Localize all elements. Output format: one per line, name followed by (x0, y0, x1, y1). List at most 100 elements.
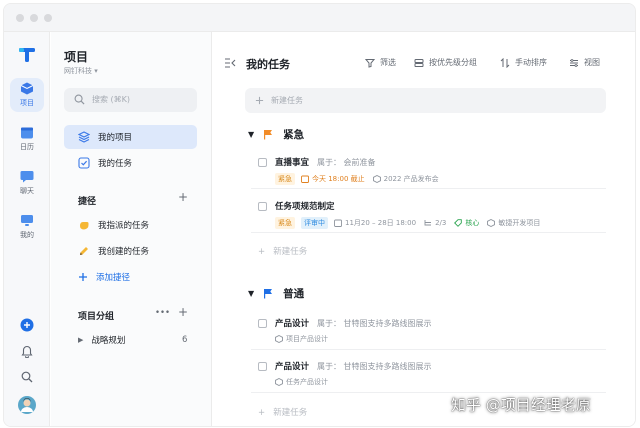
row-divider (251, 188, 606, 189)
label-tag: 核心 (465, 219, 480, 227)
collapse-sidebar-icon[interactable] (224, 58, 236, 68)
group-by-priority-button[interactable]: 按优先级分组 (414, 57, 477, 68)
task-parent[interactable]: 属于： 甘特图支持多路线图展示 (317, 361, 432, 372)
project-cube-icon (275, 378, 283, 386)
sidebar-item-my-tasks[interactable]: 我的任务 (64, 151, 197, 175)
group-header-normal[interactable]: ▼ 普通 (248, 286, 304, 301)
rail-item-chat[interactable]: 聊天 (10, 166, 44, 200)
sidebar-search-input[interactable]: 搜索 (⌘K) (64, 88, 197, 112)
new-task-placeholder: 新建任务 (271, 96, 303, 105)
user-avatar[interactable] (16, 394, 38, 416)
cube-icon (20, 82, 34, 95)
task-project: 2022 产品发布会 (383, 175, 439, 183)
calendar-icon (301, 175, 309, 183)
app-logo-icon (19, 48, 35, 62)
sort-icon (500, 57, 510, 68)
add-group-plus-icon[interactable]: + (178, 305, 188, 319)
shortcut-label: 我指派的任务 (98, 221, 150, 231)
search-placeholder: 搜索 (⌘K) (92, 95, 131, 104)
add-task-normal[interactable]: + 新建任务 (258, 406, 307, 418)
group-count: 6 (182, 335, 188, 345)
task-checkbox[interactable] (258, 319, 267, 328)
plus-icon (255, 96, 264, 105)
group-more-icon[interactable]: ••• (155, 308, 170, 318)
monitor-icon (21, 215, 33, 226)
project-sidebar: 项目 网钉科技 ▾ 搜索 (⌘K) 我的项目 我的任务 捷径 + 我指派的任务 … (51, 32, 212, 426)
sort-label: 手动排序 (515, 58, 547, 67)
row-divider (251, 232, 606, 233)
task-project: 项目产品设计 (286, 335, 328, 343)
project-cube-icon (372, 175, 381, 183)
layers-icon (78, 131, 90, 143)
date-range: 11月20 – 28日 18:00 (345, 219, 417, 227)
collapse-triangle-icon[interactable]: ▼ (248, 289, 254, 298)
project-cube-icon (275, 335, 283, 343)
rail-label-calendar: 日历 (20, 143, 34, 151)
global-search-button[interactable] (16, 366, 38, 388)
shortcut-item-created[interactable]: 我创建的任务 (64, 239, 197, 263)
shortcuts-section-title: 捷径 (78, 197, 97, 207)
bell-icon (21, 345, 33, 358)
sidebar-item-my-projects[interactable]: 我的项目 (64, 125, 197, 149)
search-icon (74, 94, 85, 105)
hand-icon (80, 222, 89, 230)
add-task-label: 新建任务 (273, 408, 308, 418)
filter-label: 筛选 (380, 58, 396, 67)
task-title: 产品设计 (275, 319, 310, 329)
subtask-icon (424, 220, 432, 226)
window-minimize-dot[interactable] (30, 14, 38, 22)
task-project: 敏捷开发项目 (498, 219, 541, 227)
view-button[interactable]: 视图 (569, 57, 600, 68)
group-icon (414, 58, 424, 67)
filter-button[interactable]: 筛选 (365, 57, 396, 68)
search-icon (21, 371, 33, 383)
notifications-button[interactable] (16, 340, 38, 362)
task-meta: 紧急 评审中 11月20 – 28日 18:00 2/3 核心 敏捷开发项目 (275, 217, 548, 229)
rail-item-calendar[interactable]: 日历 (10, 122, 44, 156)
task-checkbox[interactable] (258, 158, 267, 167)
page-title: 我的任务 (246, 58, 290, 71)
rail-item-projects[interactable]: 项目 (10, 78, 44, 112)
add-shortcut-label: 添加捷径 (96, 273, 131, 283)
add-shortcut-button[interactable]: 添加捷径 (64, 265, 197, 289)
collapse-triangle-icon[interactable]: ▼ (248, 130, 254, 139)
workspace-selector[interactable]: 网钉科技 ▾ (64, 66, 98, 76)
create-button[interactable] (16, 314, 38, 336)
sidebar-title: 项目 (64, 50, 89, 64)
new-task-input[interactable]: 新建任务 (245, 88, 606, 113)
shortcut-label: 我创建的任务 (98, 247, 150, 257)
task-title: 直播事宜 (275, 158, 310, 168)
window-maximize-dot[interactable] (44, 14, 52, 22)
task-parent[interactable]: 属于： 甘特图支持多路线图展示 (317, 318, 432, 329)
expand-chevron-icon[interactable]: ▶ (78, 336, 83, 344)
project-cube-icon (487, 219, 496, 227)
group-item-strategy[interactable]: ▶ 战略规划 (64, 328, 197, 352)
view-settings-icon (570, 58, 578, 67)
task-checkbox[interactable] (258, 202, 267, 211)
add-task-urgent[interactable]: + 新建任务 (258, 245, 307, 257)
task-parent[interactable]: 属于： 会前准备 (317, 157, 376, 168)
window-close-dot[interactable] (16, 14, 24, 22)
manual-sort-button[interactable]: 手动排序 (500, 57, 547, 68)
app-window: 项目 日历 聊天 我的 项目 网钉科技 ▾ 搜索 (⌘K) 我的项目 我的任务 … (3, 3, 636, 427)
add-shortcut-plus-icon[interactable]: + (178, 190, 188, 204)
view-label: 视图 (584, 58, 600, 67)
flag-icon (264, 130, 273, 140)
group-header-urgent[interactable]: ▼ 紧急 (248, 127, 304, 142)
plus-icon: + (258, 247, 266, 257)
rail-label-chat: 聊天 (20, 187, 34, 195)
calendar-icon (21, 127, 33, 139)
task-project: 任务产品设计 (286, 378, 328, 386)
subtask-progress: 2/3 (435, 219, 447, 227)
avatar-icon (18, 396, 36, 414)
due-date: 今天 18:00 截止 (312, 175, 365, 183)
main-panel: 我的任务 筛选 按优先级分组 手动排序 视图 新建任务 ▼ 紧急 直播事宜 属于… (212, 32, 635, 426)
group-name: 普通 (283, 288, 305, 300)
flag-icon (264, 289, 273, 299)
rail-item-mine[interactable]: 我的 (10, 210, 44, 244)
add-task-label: 新建任务 (273, 247, 308, 257)
rail-label-projects: 项目 (20, 99, 34, 107)
task-checkbox[interactable] (258, 362, 267, 371)
shortcut-item-assigned[interactable]: 我指派的任务 (64, 213, 197, 237)
group-by-label: 按优先级分组 (429, 58, 477, 67)
